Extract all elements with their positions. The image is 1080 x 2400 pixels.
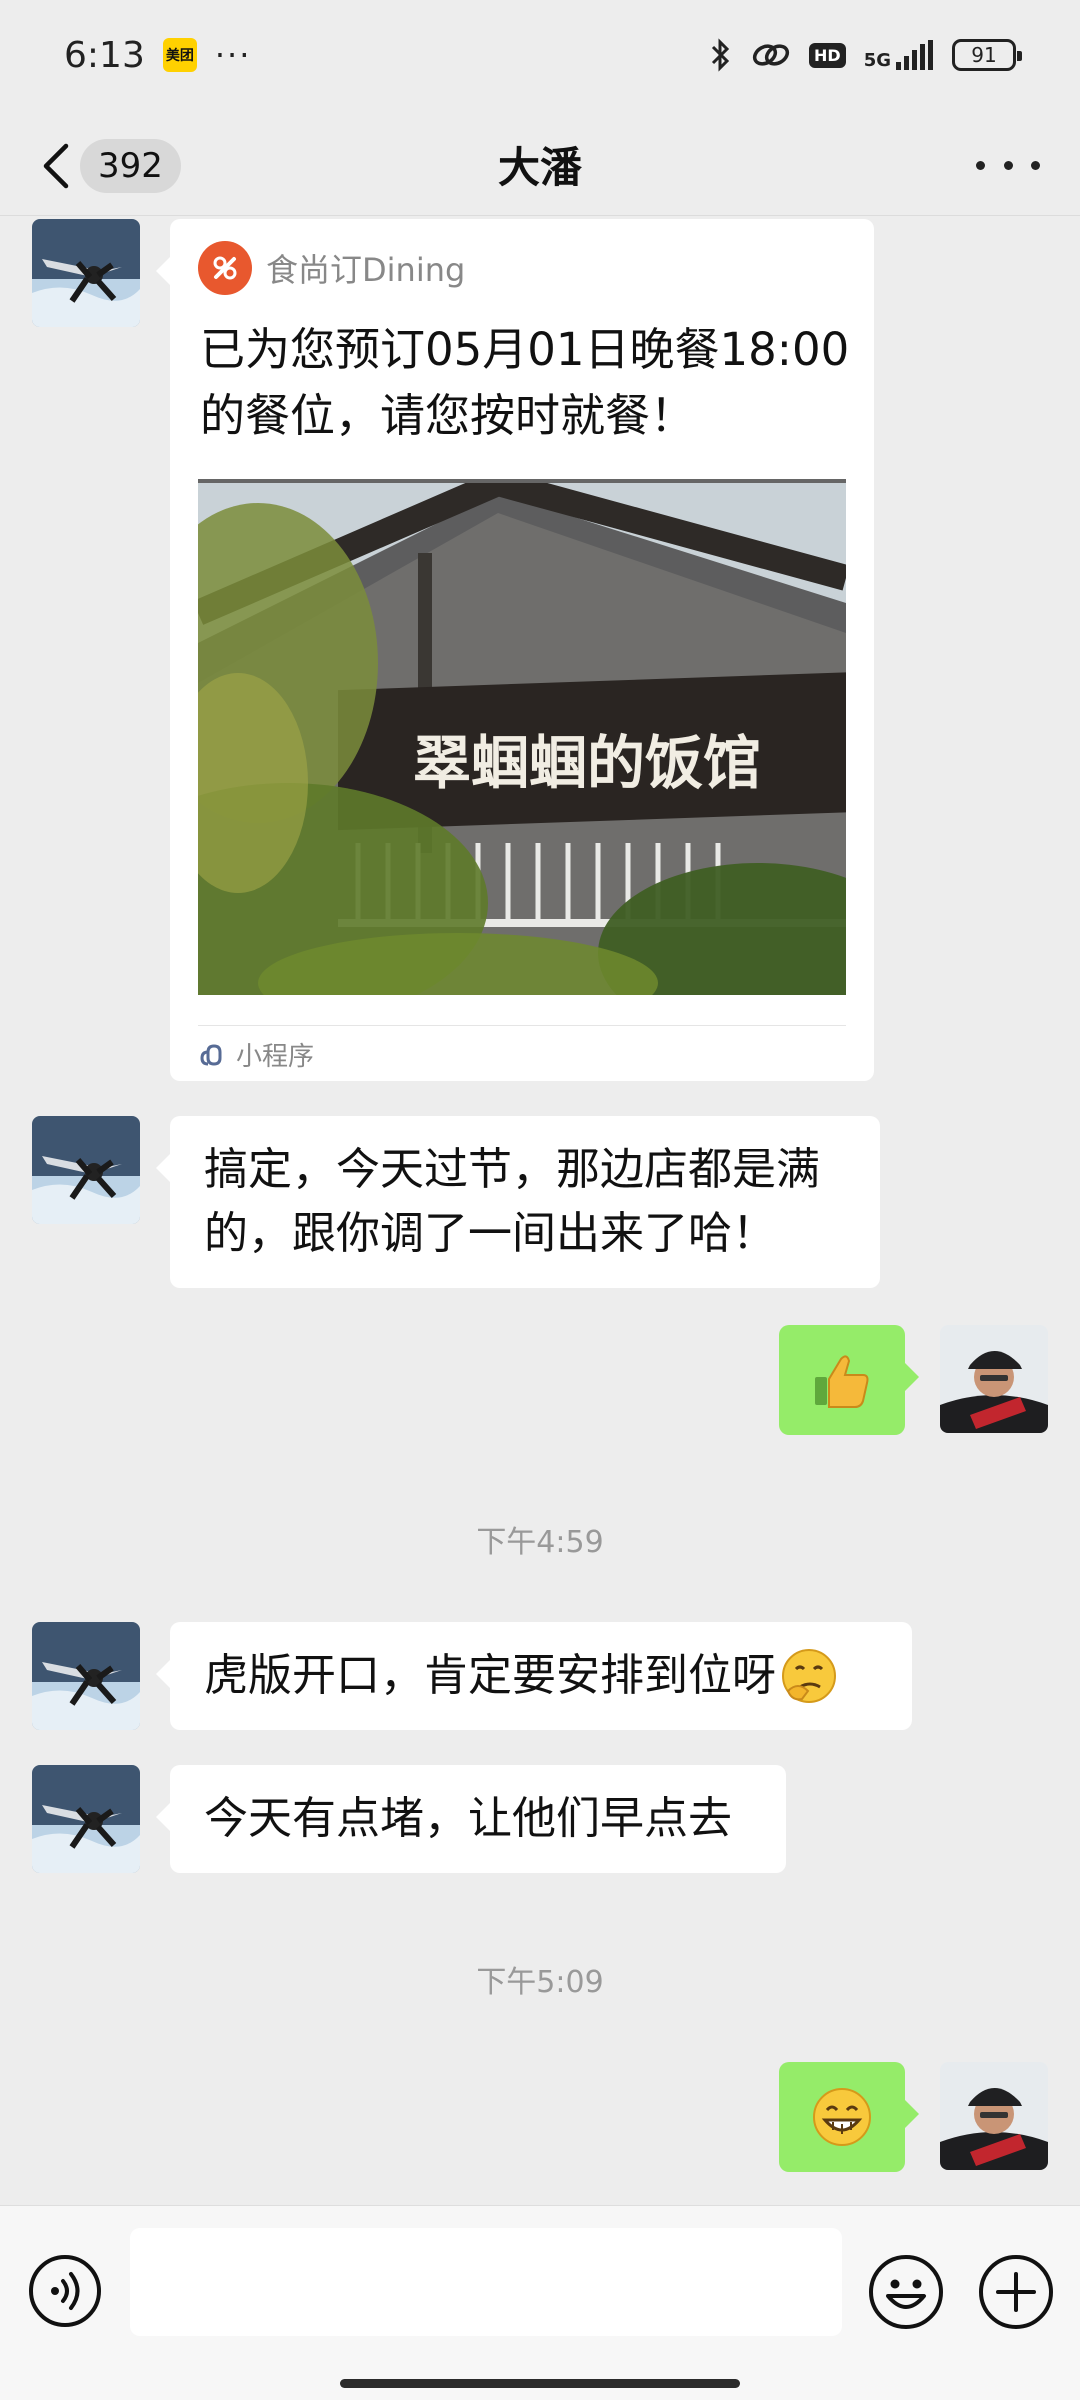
message-bubble[interactable]: 搞定，今天过节，那边店都是满的，跟你调了一间出来了哈！ xyxy=(156,1116,880,1288)
timestamp-divider: 下午5:09 xyxy=(476,1965,604,2000)
message-input[interactable] xyxy=(130,2228,842,2336)
message-bubble[interactable]: 虎版开口，肯定要安排到位呀 xyxy=(156,1622,912,1730)
card-source-name: 食尚订Dining xyxy=(266,251,466,289)
battery-level: 91 xyxy=(971,43,997,67)
message-text: 虎版开口，肯定要安排到位呀 xyxy=(204,1650,776,1701)
meituan-app-icon: 美团 xyxy=(162,38,197,72)
hd-icon: HD xyxy=(809,42,846,68)
card-header: 食尚订Dining xyxy=(198,241,465,295)
skydiver-avatar-image xyxy=(32,1116,140,1224)
bluetooth-icon xyxy=(711,38,730,72)
contact-avatar[interactable] xyxy=(32,219,140,327)
card-footer: 小程序 xyxy=(198,1025,846,1073)
voice-input-button[interactable] xyxy=(28,2254,102,2328)
timestamp-divider: 下午4:59 xyxy=(476,1525,604,1560)
more-options-button[interactable] xyxy=(976,140,1040,190)
status-right: HD 5G 91 xyxy=(709,37,1022,73)
skydiver-avatar-image xyxy=(32,1622,140,1730)
dining-logo-icon xyxy=(198,241,252,295)
link-icon xyxy=(752,44,790,66)
network-type: 5G xyxy=(863,50,891,71)
thinking-emoji-icon xyxy=(782,1649,836,1703)
chat-input-bar xyxy=(0,2205,1080,2400)
status-more-icon: ··· xyxy=(214,36,252,74)
man-avatar-image xyxy=(940,2062,1048,2170)
man-avatar-image xyxy=(940,1325,1048,1433)
chat-header: 392 大潘 xyxy=(0,110,1080,216)
mini-program-label: 小程序 xyxy=(236,1042,315,1072)
contact-avatar[interactable] xyxy=(32,1116,140,1224)
contact-avatar[interactable] xyxy=(32,1622,140,1730)
status-bar: 6:13 美团 ··· HD 5G 91 xyxy=(0,0,1080,110)
chat-title: 大潘 xyxy=(497,143,582,192)
my-avatar[interactable] xyxy=(940,2062,1048,2170)
mini-program-card[interactable]: 食尚订Dining 已为您预订05月01日晚餐18:00的餐位，请您按时就餐！ … xyxy=(156,219,874,1081)
grinning-emoji-icon xyxy=(813,2088,871,2146)
signal-indicator: 5G xyxy=(864,40,934,70)
contact-avatar[interactable] xyxy=(32,1765,140,1873)
sticker-bubble-outgoing[interactable] xyxy=(779,1325,919,1435)
skydiver-avatar-image xyxy=(32,219,140,327)
thumbs-up-icon xyxy=(815,1355,869,1408)
restaurant-sign: 翠蝈蝈的饭馆 xyxy=(413,729,761,797)
home-indicator[interactable] xyxy=(340,2379,740,2388)
emoji-button[interactable] xyxy=(868,2254,944,2330)
more-functions-button[interactable] xyxy=(978,2254,1054,2330)
battery-icon: 91 xyxy=(952,39,1022,71)
my-avatar[interactable] xyxy=(940,1325,1048,1433)
skydiver-avatar-image xyxy=(32,1765,140,1873)
message-bubble[interactable]: 今天有点堵，让他们早点去 xyxy=(156,1765,786,1873)
chat-message-list[interactable]: 食尚订Dining 已为您预订05月01日晚餐18:00的餐位，请您按时就餐！ … xyxy=(0,217,1080,2205)
card-description: 已为您预订05月01日晚餐18:00的餐位，请您按时就餐！ xyxy=(200,323,850,442)
mini-program-icon xyxy=(200,1043,222,1066)
sticker-bubble-outgoing[interactable] xyxy=(779,2062,919,2172)
status-time: 6:13 xyxy=(64,34,145,76)
restaurant-photo: 翠蝈蝈的饭馆 xyxy=(198,479,846,995)
signal-icon xyxy=(896,40,933,70)
